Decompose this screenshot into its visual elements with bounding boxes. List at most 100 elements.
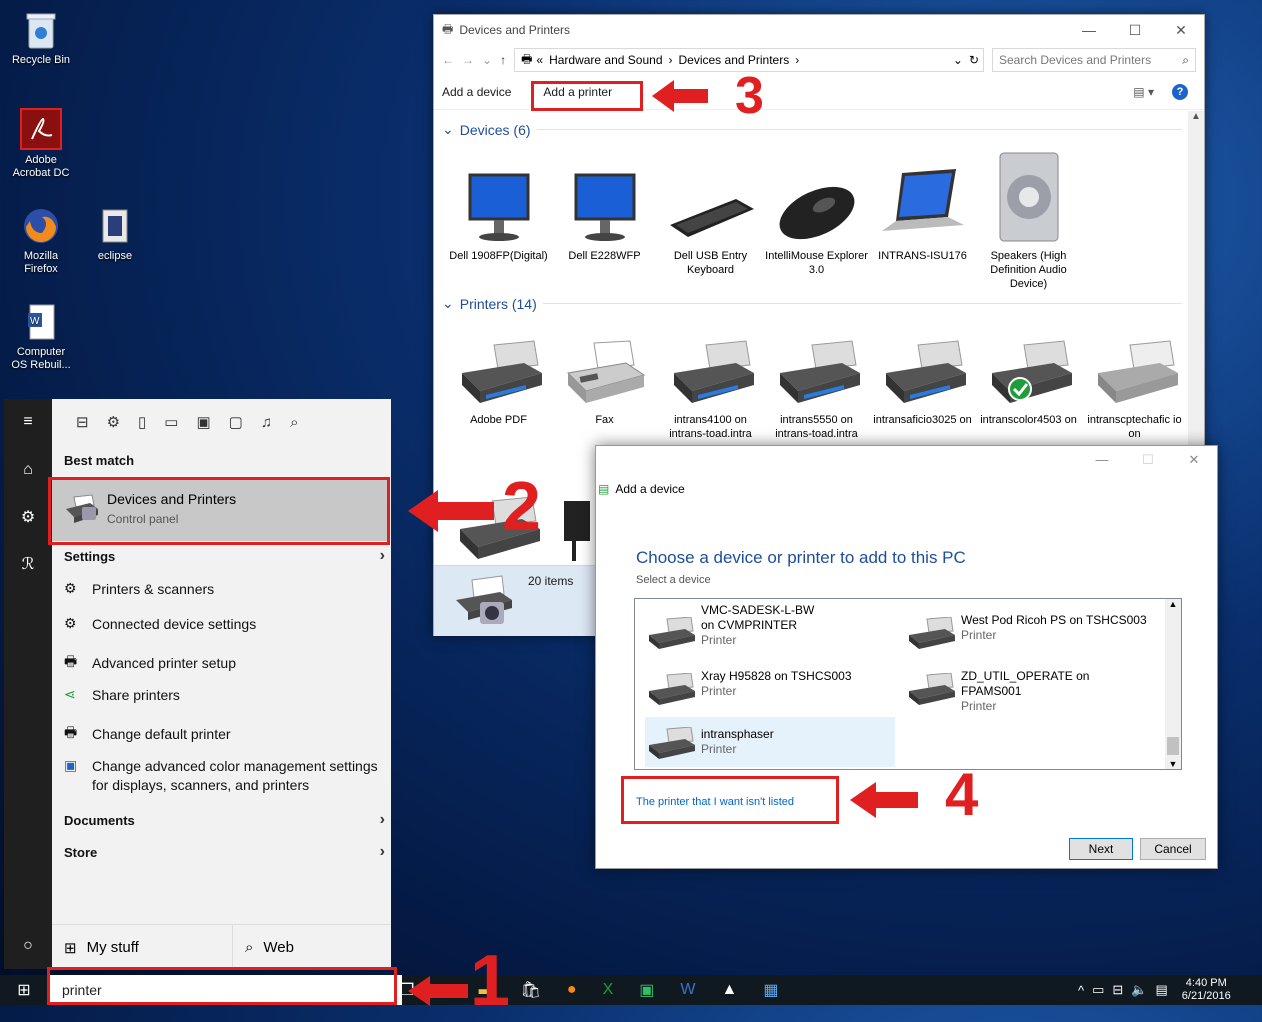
devices-app-icon[interactable]: ▦ (763, 980, 778, 1000)
feedback-icon[interactable]: ℛ (4, 554, 52, 574)
speaker-icon (976, 145, 1081, 245)
add-a-device-button[interactable]: Add a device (442, 85, 511, 99)
minimize-button[interactable]: — (1066, 22, 1112, 39)
settings-gear-icon[interactable]: ⚙ (4, 507, 52, 527)
monitor-icon (552, 155, 657, 245)
add-device-icon: ▤ (598, 482, 610, 496)
devices-group-header[interactable]: ⌄ Devices (6) (434, 121, 1202, 138)
forward-arrow-icon[interactable]: → (462, 53, 474, 67)
search-icon[interactable]: ⌕ (290, 414, 298, 431)
desktop-icon-eclipse[interactable]: eclipse (80, 206, 150, 263)
list-scrollbar[interactable]: ▲ ▼ (1165, 599, 1181, 769)
store-heading[interactable]: Store › (56, 843, 399, 861)
document-icon[interactable]: ▯ (138, 413, 146, 431)
printer-list-item[interactable]: West Pod Ricoh PS on TSHCS003 Printer (899, 613, 1149, 665)
volume-icon[interactable]: 🔈 (1131, 982, 1147, 998)
device-item[interactable]: Speakers (High Definition Audio Device) (976, 145, 1081, 291)
printer-item[interactable]: Adobe PDF (446, 333, 551, 427)
desktop-icon-adobe-acrobat[interactable]: Adobe Acrobat DC (6, 108, 76, 180)
scroll-up-icon[interactable]: ▲ (1165, 599, 1181, 609)
printer-item[interactable]: intrans4100 on intrans-toad.intra (658, 333, 763, 441)
settings-result[interactable]: ⋖ Share printers (56, 686, 399, 703)
network-icon[interactable]: ⊟ (1112, 982, 1123, 998)
home-icon[interactable]: ⌂ (4, 461, 52, 479)
hamburger-menu-icon[interactable]: ≡ (4, 413, 52, 431)
device-item[interactable]: Dell E228WFP (552, 155, 657, 263)
settings-result[interactable]: 🖶 Change default printer (56, 722, 399, 746)
desktop-icon-word-doc[interactable]: W Computer OS Rebuil... (6, 302, 76, 372)
clock[interactable]: 4:40 PM 6/21/2016 (1182, 977, 1231, 1003)
printer-list-item[interactable]: ZD_UTIL_OPERATE on FPAMS001 Printer (899, 669, 1149, 721)
show-hidden-icons-chevron-icon[interactable]: ^ (1078, 983, 1084, 998)
device-item[interactable]: Dell USB Entry Keyboard (658, 155, 763, 277)
breadcrumb-devices-and-printers[interactable]: Devices and Printers (679, 53, 790, 67)
device-item[interactable]: IntelliMouse Explorer 3.0 (764, 155, 869, 277)
printer-list-item[interactable]: VMC-SADESK-L-BW on CVMPRINTER Printer (639, 603, 889, 655)
maximize-button[interactable]: ☐ (1112, 22, 1158, 39)
refresh-icon[interactable]: ↻ (969, 53, 979, 67)
address-dropdown-icon[interactable]: ⌄ (953, 53, 963, 67)
printer-item[interactable]: intranscptechafic io on (1082, 333, 1187, 441)
annotation-arrow-icon (652, 80, 708, 112)
close-button[interactable]: ✕ (1171, 452, 1217, 468)
desktop-icon-firefox[interactable]: Mozilla Firefox (6, 206, 76, 276)
word-icon[interactable]: W (680, 981, 695, 999)
view-options-icon[interactable]: ▤ ▾ (1133, 85, 1154, 99)
next-button[interactable]: Next (1069, 838, 1133, 860)
printer-item-default[interactable]: intranscolor4503 on (976, 333, 1081, 427)
photos-icon[interactable]: ▲ (721, 981, 737, 999)
printer-list-item[interactable]: Xray H95828 on TSHCS003 Printer (639, 669, 889, 721)
apps-icon[interactable]: ⊟ (76, 413, 89, 431)
store-icon[interactable]: 🛍 (521, 980, 541, 1000)
minimize-button[interactable]: — (1079, 452, 1125, 468)
dialog-header: ▤ Add a device (598, 482, 685, 496)
printer-name: Adobe PDF (470, 414, 527, 426)
close-button[interactable]: ✕ (1158, 22, 1204, 39)
device-item[interactable]: INTRANS-ISU176 (870, 155, 975, 263)
photo-icon[interactable]: ▣ (196, 413, 210, 431)
my-stuff-button[interactable]: ⊞ My stuff (52, 925, 233, 970)
battery-icon[interactable]: ▭ (1092, 982, 1104, 998)
firefox-icon[interactable]: ● (567, 981, 577, 999)
settings-result[interactable]: ▣ Change advanced color management settin… (56, 757, 399, 795)
action-center-icon[interactable]: ▤ (1156, 982, 1168, 998)
documents-heading[interactable]: Documents › (56, 811, 399, 829)
cortana-circle-icon[interactable]: ○ (4, 937, 52, 955)
web-button[interactable]: ⌕ Web (233, 925, 391, 970)
gear-icon: ⚙ (64, 580, 77, 596)
breadcrumb-hardware-and-sound[interactable]: Hardware and Sound (549, 53, 662, 67)
printer-item[interactable]: Fax (552, 333, 657, 427)
back-arrow-icon[interactable]: ← (442, 53, 454, 67)
printer-icon: 🖶 (64, 724, 78, 740)
printers-group-header[interactable]: ⌄ Printers (14) (434, 295, 1202, 312)
printer-item[interactable]: intrans5550 on intrans-toad.intra (764, 333, 869, 441)
best-match-heading: Best match (64, 453, 135, 468)
tablet-icon[interactable]: ▭ (164, 413, 178, 431)
video-icon[interactable]: ▢ (229, 413, 243, 431)
device-item[interactable]: Dell 1908FP(Digital) (446, 155, 551, 263)
publisher-icon[interactable]: ▣ (639, 980, 654, 1000)
scroll-up-icon[interactable]: ▲ (1188, 111, 1204, 122)
window-titlebar[interactable]: 🖶 Devices and Printers — ☐ ✕ (434, 15, 1204, 45)
cancel-button[interactable]: Cancel (1140, 838, 1206, 860)
settings-result[interactable]: ⚙ Connected device settings (56, 615, 399, 632)
settings-result[interactable]: ⚙ Printers & scanners (56, 580, 399, 597)
settings-gear-icon[interactable]: ⚙ (107, 413, 120, 431)
help-icon[interactable]: ? (1172, 84, 1188, 100)
printer-list-item-selected[interactable]: intransphaser Printer (645, 717, 895, 767)
plotter-icon[interactable] (558, 495, 598, 568)
search-input[interactable]: Search Devices and Printers ⌕ (992, 48, 1196, 72)
printer-item[interactable]: intransaficio3025 on (870, 333, 975, 427)
printer-list[interactable]: VMC-SADESK-L-BW on CVMPRINTER Printer Wes… (634, 598, 1182, 770)
music-icon[interactable]: ♫ (261, 414, 272, 431)
up-arrow-icon[interactable]: ↑ (500, 53, 506, 67)
scroll-down-icon[interactable]: ▼ (1165, 759, 1181, 769)
scroll-thumb[interactable] (1167, 737, 1179, 755)
excel-icon[interactable]: X (603, 981, 614, 999)
eclipse-icon (95, 206, 135, 246)
start-button[interactable]: ⊞ (0, 980, 48, 1000)
settings-result[interactable]: 🖶 Advanced printer setup (56, 651, 399, 675)
settings-heading[interactable]: Settings › (56, 547, 399, 565)
dropdown-icon[interactable]: ⌄ (482, 53, 492, 67)
desktop-icon-recycle-bin[interactable]: Recycle Bin (6, 10, 76, 67)
